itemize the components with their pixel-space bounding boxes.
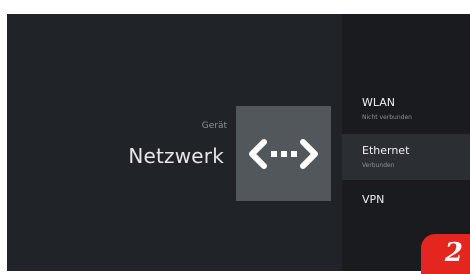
menu-item-vpn[interactable]: VPN [342, 183, 470, 229]
menu-item-label: Ethernet [362, 144, 410, 157]
network-icon-tile [236, 106, 331, 201]
settings-side-panel: WLAN Nicht verbunden Ethernet Verbunden … [342, 14, 470, 271]
menu-item-status: Verbunden [362, 162, 395, 169]
menu-item-wlan[interactable]: WLAN Nicht verbunden [342, 86, 470, 132]
menu-item-label: VPN [362, 193, 385, 206]
menu-item-status: Nicht verbunden [362, 114, 412, 121]
tv-screen: Gerät Netzwerk WLAN Nicht verbunden Ethe… [7, 14, 470, 271]
badge-number: 2 [444, 238, 463, 268]
menu-item-label: WLAN [362, 96, 396, 109]
menu-item-ethernet[interactable]: Ethernet Verbunden [342, 134, 470, 180]
ethernet-icon [249, 139, 318, 169]
number-badge: 2 [421, 234, 470, 274]
breadcrumb: Gerät [201, 121, 227, 131]
page-title: Netzwerk [128, 144, 224, 168]
